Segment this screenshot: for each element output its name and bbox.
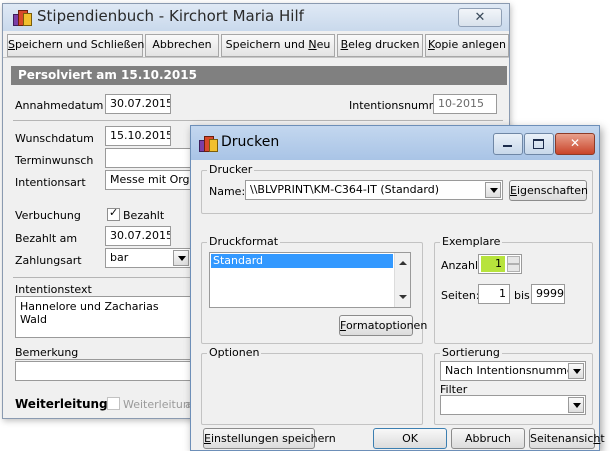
page-preview-button[interactable]: Seitenansicht (529, 428, 605, 449)
print-dialog-title-bar[interactable]: Drucken ✕ (191, 126, 599, 160)
intentionstext-field[interactable]: Hannelore und Zacharias Wald (15, 296, 191, 338)
print-dialog: Drucken ✕ Drucker Name: \\BLVPRINT\KM-C3… (190, 125, 605, 451)
anzahl-value: 1 (481, 256, 505, 272)
wunschdatum-label: Wunschdatum (15, 132, 94, 145)
printer-name-label: Name: (209, 185, 246, 198)
bemerkung-field[interactable] (15, 361, 191, 381)
properties-button[interactable]: Eigenschaften (509, 180, 588, 201)
annahmedatum-field[interactable]: 30.07.2015 (105, 94, 171, 114)
status-banner: Persolviert am 15.10.2015 (11, 66, 507, 85)
anzahl-label: Anzahl: (441, 259, 482, 272)
bis-label: bis (514, 289, 530, 302)
bemerkung-label: Bemerkung (15, 346, 79, 359)
verbuchung-label: Verbuchung (15, 209, 81, 222)
app-books-icon (13, 9, 32, 26)
app-books-icon (199, 135, 218, 152)
bezahlt-checkbox[interactable]: ✓ (107, 206, 120, 221)
weiterleitung-heading: Weiterleitung (15, 397, 108, 411)
stepper-up-icon[interactable] (507, 256, 520, 264)
seiten-label: Seiten: (441, 289, 480, 302)
divider (15, 359, 191, 360)
save-and-new-button[interactable]: Speichern und Neu (221, 34, 335, 57)
print-receipt-button[interactable]: Beleg drucken (337, 34, 423, 57)
seiten-from-field[interactable]: 1 (478, 284, 510, 304)
format-options-button[interactable]: Formatoptionen (339, 315, 427, 336)
save-and-close-button[interactable]: Speichern und Schließen (7, 34, 144, 57)
ok-button[interactable]: OK (373, 428, 447, 449)
sorting-select[interactable]: Nach Intentionsnummer (440, 361, 586, 381)
options-group (201, 353, 423, 425)
intentionsnummer-field[interactable]: 10-2015 (433, 94, 497, 114)
sorting-group-label: Sortierung (440, 346, 502, 359)
cancel-button[interactable]: Abbrechen (145, 34, 219, 57)
zahlungsart-value: bar (110, 251, 129, 264)
main-title-bar[interactable]: Stipendienbuch - Kirchort Maria Hilf ✕ (3, 4, 509, 31)
terminwunsch-label: Terminwunsch (15, 154, 94, 167)
zahlungsart-select[interactable]: bar (105, 248, 191, 268)
intentionsart-label: Intentionsart (15, 176, 86, 189)
filter-select[interactable] (440, 395, 586, 415)
list-item[interactable]: Standard (211, 254, 393, 268)
create-copy-button[interactable]: Kopie anlegen (425, 34, 509, 57)
maximize-icon[interactable] (524, 133, 554, 155)
scroll-up-icon[interactable] (399, 261, 407, 265)
seiten-to-field[interactable]: 9999 (531, 284, 565, 304)
format-list[interactable]: Standard (209, 252, 411, 308)
checkmark-icon: ✓ (109, 206, 119, 219)
bezahlt-am-field[interactable]: 30.07.2015 (105, 226, 171, 246)
anzahl-stepper[interactable]: 1 (478, 254, 522, 274)
annahmedatum-label: Annahmedatum (15, 99, 104, 112)
chevron-down-icon[interactable] (485, 182, 501, 198)
close-icon[interactable]: ✕ (555, 133, 595, 155)
format-list-scrollbar[interactable] (394, 253, 410, 307)
save-settings-button[interactable]: Einstellungen speichern (203, 428, 336, 449)
main-window-title: Stipendienbuch - Kirchort Maria Hilf (37, 7, 304, 25)
intentionstext-label: Intentionstext (15, 283, 92, 296)
format-group-label: Druckformat (207, 235, 281, 248)
divider (13, 120, 503, 121)
zahlungsart-label: Zahlungsart (15, 254, 82, 267)
printer-select[interactable]: \\BLVPRINT\KM-C364-IT (Standard) (245, 180, 503, 200)
options-group-label: Optionen (207, 346, 262, 359)
stepper-down-icon[interactable] (507, 264, 520, 272)
print-dialog-title: Drucken (221, 134, 280, 150)
weiterleitung-checkbox[interactable] (107, 397, 120, 410)
terminwunsch-field[interactable] (105, 148, 191, 168)
minimize-icon[interactable] (493, 133, 523, 155)
chevron-down-icon[interactable] (173, 250, 189, 266)
printer-group-label: Drucker (207, 163, 255, 176)
bezahlt-label: Bezahlt (123, 209, 165, 222)
chevron-down-icon[interactable] (568, 397, 584, 413)
wunschdatum-field[interactable]: 15.10.2015 (105, 126, 171, 146)
sorting-value: Nach Intentionsnummer (445, 364, 579, 377)
scroll-down-icon[interactable] (399, 295, 407, 299)
copies-group-label: Exemplare (440, 235, 503, 248)
printer-value: \\BLVPRINT\KM-C364-IT (Standard) (250, 183, 439, 196)
toolbar: Speichern und Schließen Abbrechen Speich… (3, 31, 509, 58)
intentionsart-field[interactable]: Messe mit Orgel (105, 170, 191, 190)
close-icon[interactable]: ✕ (458, 8, 502, 27)
bezahlt-am-label: Bezahlt am (15, 232, 78, 245)
chevron-down-icon[interactable] (568, 363, 584, 379)
cancel-button[interactable]: Abbruch (451, 428, 525, 449)
